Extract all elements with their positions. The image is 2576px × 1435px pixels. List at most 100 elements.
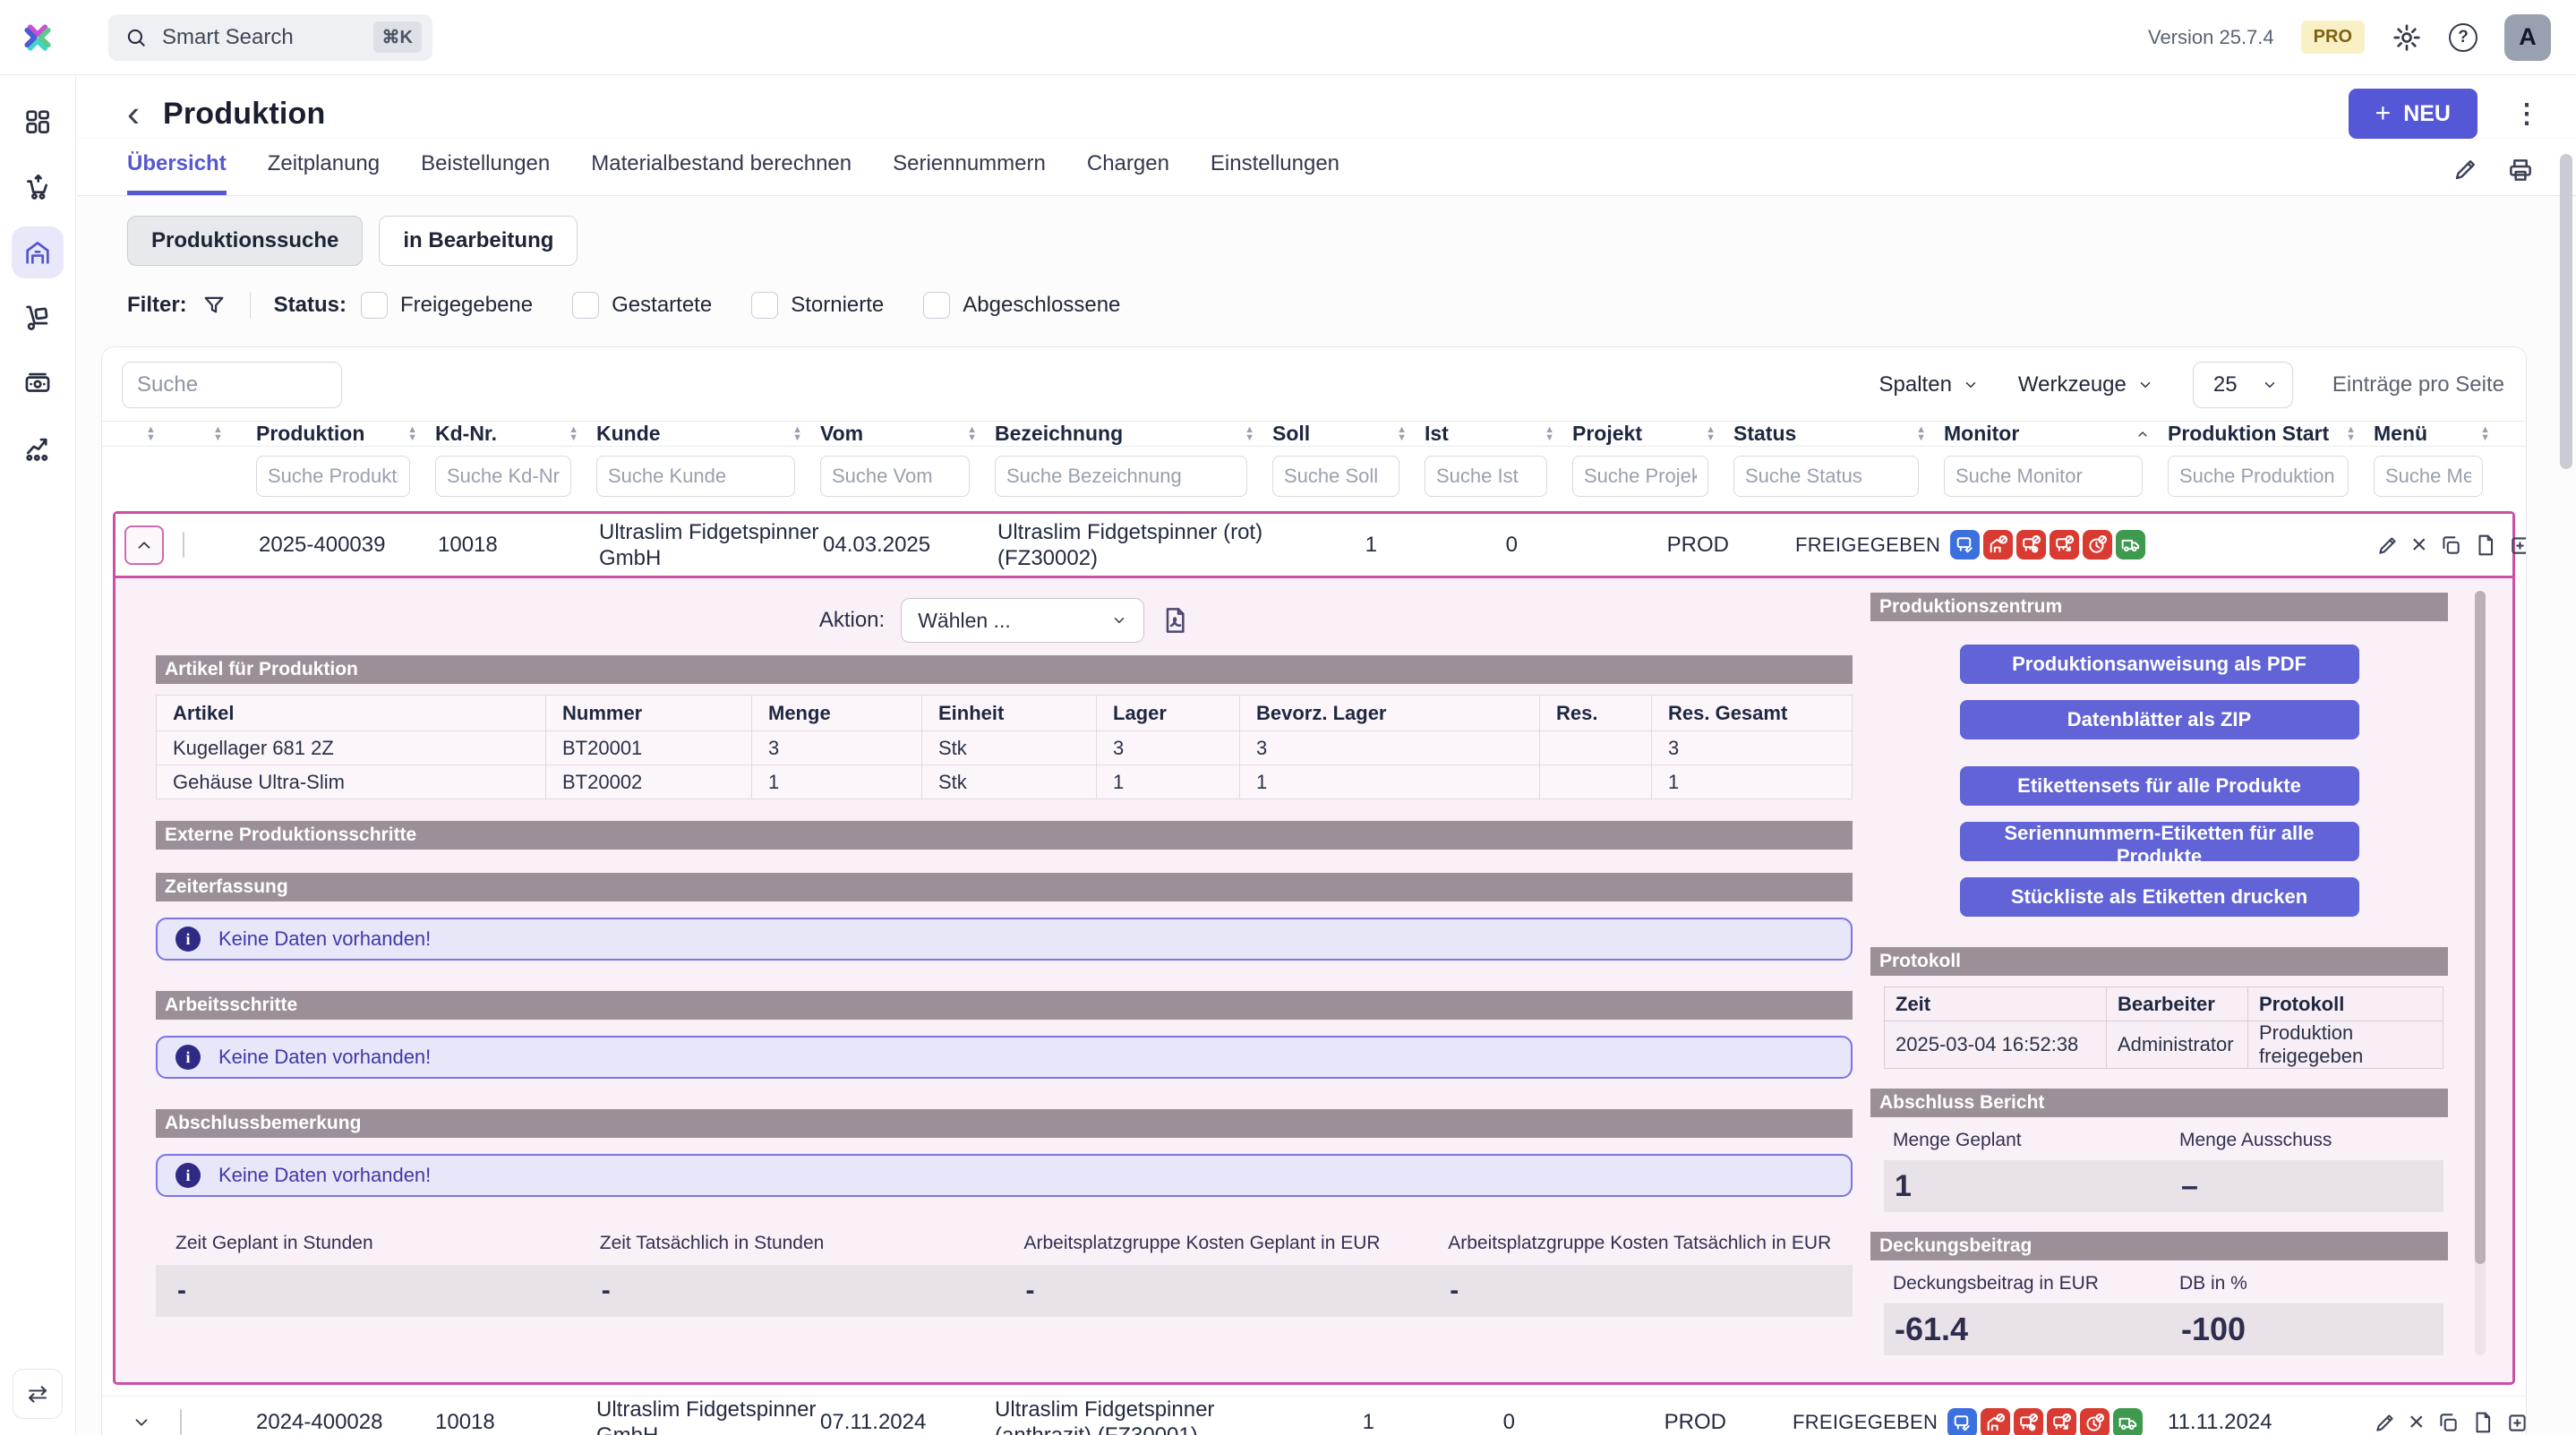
monitor-machine-start-blocked-icon[interactable] <box>2047 1408 2076 1435</box>
cancel-x-icon[interactable]: × <box>2411 532 2427 559</box>
search-vom-input[interactable] <box>820 456 970 497</box>
tab-uebersicht[interactable]: Übersicht <box>127 151 227 195</box>
edit-pencil-icon[interactable] <box>2374 1411 2397 1434</box>
funnel-icon[interactable] <box>201 293 227 318</box>
edit-pencil-icon[interactable] <box>2376 534 2400 557</box>
checkbox-box[interactable] <box>361 292 388 319</box>
monitor-warehouse-blocked-icon[interactable] <box>1983 530 2013 559</box>
col-ist[interactable]: Ist▲▼ <box>1425 422 1572 446</box>
chip-in-bearbeitung[interactable]: in Bearbeitung <box>379 216 578 266</box>
search-kunde-input[interactable] <box>596 456 795 497</box>
collapse-sidebar-button[interactable]: ⇄ <box>13 1369 63 1419</box>
col-bezeichnung[interactable]: Bezeichnung▲▼ <box>995 422 1272 446</box>
tab-beistellungen[interactable]: Beistellungen <box>421 151 550 195</box>
sidebar-item-production[interactable] <box>12 226 64 278</box>
checkbox-box[interactable] <box>751 292 778 319</box>
aktion-select[interactable]: Wählen ... <box>901 598 1144 643</box>
checkbox-abgeschlossene[interactable]: Abgeschlossene <box>923 292 1120 319</box>
checkbox-freigegebene[interactable]: Freigegebene <box>361 292 533 319</box>
col-menu[interactable]: Menü▲▼ <box>2374 422 2508 446</box>
sort-checkbox-col[interactable]: ▲▼ <box>180 426 256 442</box>
edit-pencil-icon[interactable] <box>2452 156 2479 184</box>
row-checkbox[interactable] <box>180 1409 182 1435</box>
col-status[interactable]: Status▲▼ <box>1733 422 1944 446</box>
tab-seriennummern[interactable]: Seriennummern <box>893 151 1046 195</box>
pdf-document-icon[interactable] <box>2471 1411 2495 1434</box>
page-size-select[interactable]: 25 <box>2193 362 2293 408</box>
col-vom[interactable]: Vom▲▼ <box>820 422 995 446</box>
print-icon[interactable] <box>2506 156 2535 184</box>
settings-gear-icon[interactable] <box>2392 22 2422 53</box>
search-projekt-input[interactable] <box>1572 456 1708 497</box>
table-row[interactable]: 2025-400039 10018 Ultraslim Fidgetspinne… <box>116 514 2512 578</box>
search-kd-nr-input[interactable] <box>435 456 571 497</box>
open-record-icon[interactable] <box>2506 1411 2527 1434</box>
etikettensets-button[interactable]: Etikettensets für alle Produkte <box>1960 766 2359 806</box>
copy-icon[interactable] <box>2436 1411 2460 1434</box>
pdf-document-icon[interactable] <box>2474 534 2497 557</box>
table-search-input[interactable] <box>122 362 342 408</box>
sidebar-item-dashboard[interactable] <box>12 96 64 148</box>
monitor-time-blocked-icon[interactable] <box>2080 1408 2110 1435</box>
col-kd-nr[interactable]: Kd-Nr.▲▼ <box>435 422 596 446</box>
tab-zeitplanung[interactable]: Zeitplanung <box>268 151 380 195</box>
app-logo-icon[interactable] <box>0 0 76 75</box>
pdf-export-icon[interactable] <box>1160 606 1189 635</box>
monitor-production-check-icon[interactable] <box>1950 530 1980 559</box>
monitor-production-check-icon[interactable] <box>1947 1408 1977 1435</box>
checkbox-box[interactable] <box>923 292 950 319</box>
avatar[interactable]: A <box>2504 14 2551 61</box>
col-soll[interactable]: Soll▲▼ <box>1272 422 1425 446</box>
col-kunde[interactable]: Kunde▲▼ <box>596 422 820 446</box>
smart-search-input[interactable]: Smart Search ⌘K <box>108 14 432 61</box>
sort-expand-col[interactable]: ▲▼ <box>122 426 180 442</box>
tab-materialbestand[interactable]: Materialbestand berechnen <box>591 151 852 195</box>
search-bezeichnung-input[interactable] <box>995 456 1247 497</box>
sidebar-item-sales[interactable] <box>12 161 64 213</box>
col-produktion[interactable]: Produktion▲▼ <box>256 422 435 446</box>
new-button[interactable]: + NEU <box>2349 89 2478 139</box>
monitor-time-blocked-icon[interactable] <box>2083 530 2112 559</box>
back-chevron-icon[interactable]: ‹ <box>127 95 140 132</box>
columns-dropdown[interactable]: Spalten <box>1879 372 1979 397</box>
cancel-x-icon[interactable]: × <box>2409 1409 2425 1435</box>
search-status-input[interactable] <box>1733 456 1919 497</box>
checkbox-stornierte[interactable]: Stornierte <box>751 292 884 319</box>
open-record-icon[interactable] <box>2509 534 2527 557</box>
monitor-warehouse-blocked-icon[interactable] <box>1981 1408 2010 1435</box>
monitor-machine-settings-blocked-icon[interactable] <box>2014 1408 2043 1435</box>
search-monitor-input[interactable] <box>1944 456 2143 497</box>
col-monitor[interactable]: Monitor <box>1944 422 2168 446</box>
tab-einstellungen[interactable]: Einstellungen <box>1211 151 1339 195</box>
search-produktion-input[interactable] <box>256 456 410 497</box>
monitor-machine-start-blocked-icon[interactable] <box>2050 530 2079 559</box>
copy-icon[interactable] <box>2439 534 2462 557</box>
tools-dropdown[interactable]: Werkzeuge <box>2018 372 2153 397</box>
kebab-menu-icon[interactable]: ⋮ <box>2513 98 2540 130</box>
monitor-shipping-truck-icon[interactable] <box>2113 1408 2143 1435</box>
search-produktion-start-input[interactable] <box>2168 456 2349 497</box>
monitor-shipping-truck-icon[interactable] <box>2116 530 2145 559</box>
help-icon[interactable]: ? <box>2449 23 2478 52</box>
search-ist-input[interactable] <box>1425 456 1547 497</box>
checkbox-box[interactable] <box>572 292 599 319</box>
sidebar-item-logistics[interactable] <box>12 292 64 344</box>
checkbox-gestartete[interactable]: Gestartete <box>572 292 712 319</box>
collapse-row-chevron-up-icon[interactable] <box>124 525 164 565</box>
search-soll-input[interactable] <box>1272 456 1399 497</box>
tab-chargen[interactable]: Chargen <box>1087 151 1169 195</box>
sidebar-item-finance[interactable] <box>12 357 64 409</box>
chip-produktionssuche[interactable]: Produktionssuche <box>127 216 363 266</box>
row-checkbox[interactable] <box>183 532 184 558</box>
produktionsanweisung-pdf-button[interactable]: Produktionsanweisung als PDF <box>1960 645 2359 684</box>
detail-scrollbar-thumb[interactable] <box>2475 591 2486 1264</box>
search-menu-input[interactable] <box>2374 456 2483 497</box>
stueckliste-etiketten-button[interactable]: Stückliste als Etiketten drucken <box>1960 877 2359 917</box>
monitor-machine-settings-blocked-icon[interactable] <box>2016 530 2046 559</box>
expand-row-chevron-down-icon[interactable] <box>122 1403 161 1435</box>
col-projekt[interactable]: Projekt▲▼ <box>1572 422 1733 446</box>
col-produktion-start[interactable]: Produktion Start▲▼ <box>2168 422 2374 446</box>
artikel-row[interactable]: Gehäuse Ultra-Slim BT20002 1 Stk 1 1 1 <box>157 765 1853 799</box>
sidebar-item-analytics[interactable] <box>12 423 64 474</box>
seriennummern-etiketten-button[interactable]: Seriennummern-Etiketten für alle Produkt… <box>1960 822 2359 861</box>
